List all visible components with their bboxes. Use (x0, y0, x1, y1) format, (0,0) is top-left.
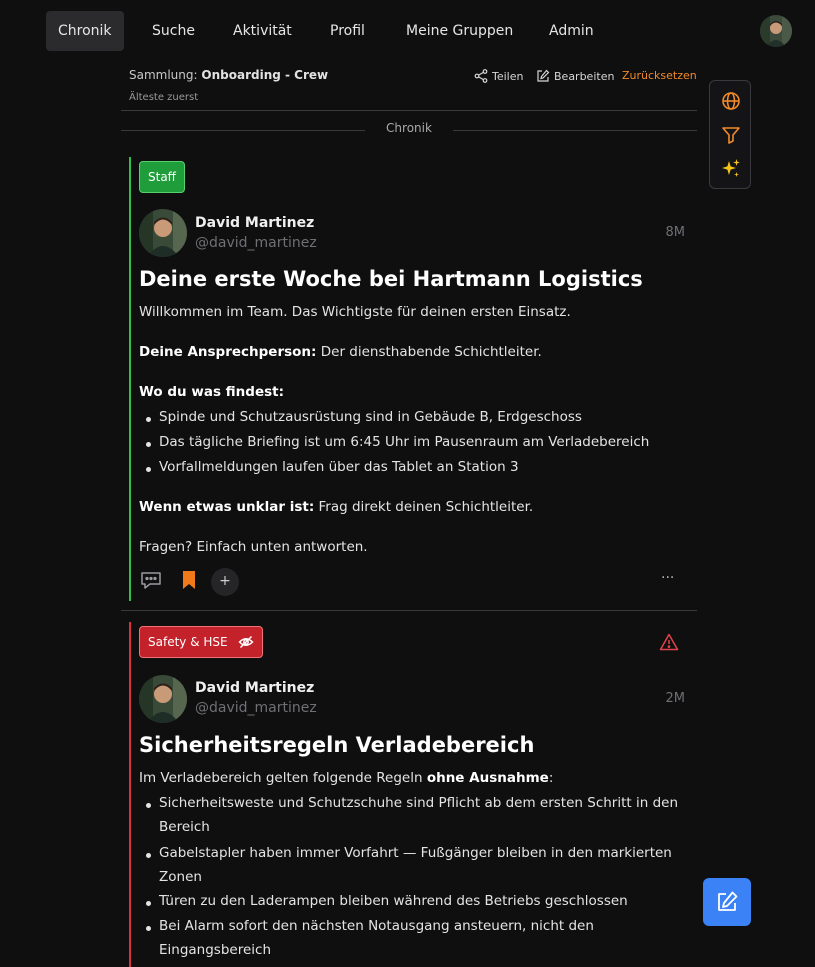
warning-icon[interactable] (659, 632, 685, 658)
share-button[interactable]: Teilen (474, 69, 523, 83)
post-outro: Fragen? Einfach unten antworten. (139, 539, 368, 555)
post-title: Sicherheitsregeln Verladebereich (139, 733, 535, 757)
post-accent-bar (129, 157, 131, 601)
divider-line-right (453, 130, 697, 131)
top-navigation: Chronik Suche Aktivität Profil Meine Gru… (0, 0, 815, 62)
filter-icon[interactable] (720, 124, 742, 146)
edit-icon (537, 69, 550, 82)
list-item: Vorfallmeldungen laufen über das Tablet … (146, 459, 519, 475)
compose-button[interactable] (703, 878, 751, 926)
author-name[interactable]: David Martinez (195, 215, 314, 231)
unclear-label: Wenn etwas unklar ist: (139, 499, 315, 515)
post-accent-bar (129, 622, 131, 967)
post-unclear: Wenn etwas unklar ist: Frag direkt deine… (139, 499, 533, 515)
post-tag-label: Safety & HSE (148, 635, 228, 649)
collection-title: Sammlung: Onboarding - Crew (129, 68, 328, 82)
unclear-text: Frag direkt deinen Schichtleiter. (314, 499, 534, 515)
list-item-continuation: Eingangsbereich (159, 942, 272, 958)
avatar[interactable] (139, 675, 187, 723)
list-item: Spinde und Schutzausrüstung sind in Gebä… (146, 409, 582, 425)
author-handle[interactable]: @david_martinez (195, 700, 317, 716)
post-separator (121, 610, 697, 611)
intro-bold: ohne Ausnahme (426, 770, 549, 786)
nav-tab-aktivitaet[interactable]: Aktivität (221, 11, 304, 51)
edit-button[interactable]: Bearbeiten (536, 69, 614, 83)
intro-suffix: : (548, 770, 554, 786)
post-tag[interactable]: Safety & HSE (139, 626, 263, 658)
user-avatar[interactable] (760, 15, 792, 47)
intro-prefix: Im Verladebereich gelten folgende Regeln (139, 770, 427, 786)
author-name[interactable]: David Martinez (195, 680, 314, 696)
collection-prefix: Sammlung: (129, 68, 198, 82)
nav-tab-chronik[interactable]: Chronik (46, 11, 124, 51)
post-contact: Deine Ansprechperson: Der diensthabende … (139, 344, 542, 360)
add-reaction-button[interactable]: + (211, 568, 239, 596)
collection-name: Onboarding - Crew (201, 68, 329, 82)
nav-tab-suche[interactable]: Suche (140, 11, 207, 51)
nav-tab-admin[interactable]: Admin (537, 11, 606, 51)
author-handle[interactable]: @david_martinez (195, 235, 317, 251)
reset-button[interactable]: Zurücksetzen (622, 69, 697, 82)
divider-label: Chronik (386, 121, 432, 135)
post-tag[interactable]: Staff (139, 161, 185, 193)
sparkles-icon[interactable] (720, 158, 742, 180)
bookmark-icon[interactable] (177, 568, 203, 594)
post-card: Safety & HSE David Martinez @david_marti… (129, 622, 697, 967)
nav-tab-meine-gruppen[interactable]: Meine Gruppen (394, 11, 525, 51)
comment-icon[interactable] (139, 568, 165, 594)
where-label: Wo du was findest: (139, 384, 284, 400)
share-label: Teilen (492, 69, 524, 83)
collection-header: Sammlung: Onboarding - Crew Älteste zuer… (129, 66, 697, 110)
post-timestamp: 8M (665, 225, 686, 240)
post-where-heading: Wo du was findest: (139, 384, 284, 400)
nav-tab-profil[interactable]: Profil (318, 11, 377, 51)
sort-order[interactable]: Älteste zuerst (129, 92, 198, 103)
list-item-continuation: Bereich (159, 819, 210, 835)
post-intro: Im Verladebereich gelten folgende Regeln… (139, 770, 553, 786)
list-item: Gabelstapler haben immer Vorfahrt — Fußg… (146, 845, 672, 861)
list-item: Türen zu den Laderampen bleiben während … (146, 893, 628, 909)
list-item-continuation: Zonen (159, 869, 202, 885)
header-divider (121, 110, 697, 111)
globe-icon[interactable] (720, 90, 742, 112)
post-card: Staff David Martinez @david_martinez 8M … (129, 157, 697, 601)
side-toolbar (709, 80, 751, 189)
post-timestamp: 2M (665, 691, 686, 706)
post-tag-label: Staff (148, 170, 176, 184)
eye-off-icon (238, 635, 254, 649)
compose-icon (718, 891, 738, 911)
more-options-icon[interactable]: ··· (661, 570, 687, 596)
list-item: Bei Alarm sofort den nächsten Notausgang… (146, 918, 594, 934)
post-actions: + ··· (139, 568, 687, 598)
edit-label: Bearbeiten (554, 69, 615, 83)
list-item: Sicherheitsweste und Schutzschuhe sind P… (145, 795, 679, 811)
post-intro: Willkommen im Team. Das Wichtigste für d… (139, 304, 571, 320)
avatar[interactable] (139, 209, 187, 257)
contact-text: Der diensthabende Schichtleiter. (316, 344, 542, 360)
post-title: Deine erste Woche bei Hartmann Logistics (139, 267, 643, 291)
list-item: Das tägliche Briefing ist um 6:45 Uhr im… (145, 434, 650, 450)
timeline-divider: Chronik (121, 121, 697, 139)
share-icon (474, 69, 488, 83)
contact-label: Deine Ansprechperson: (139, 344, 317, 360)
